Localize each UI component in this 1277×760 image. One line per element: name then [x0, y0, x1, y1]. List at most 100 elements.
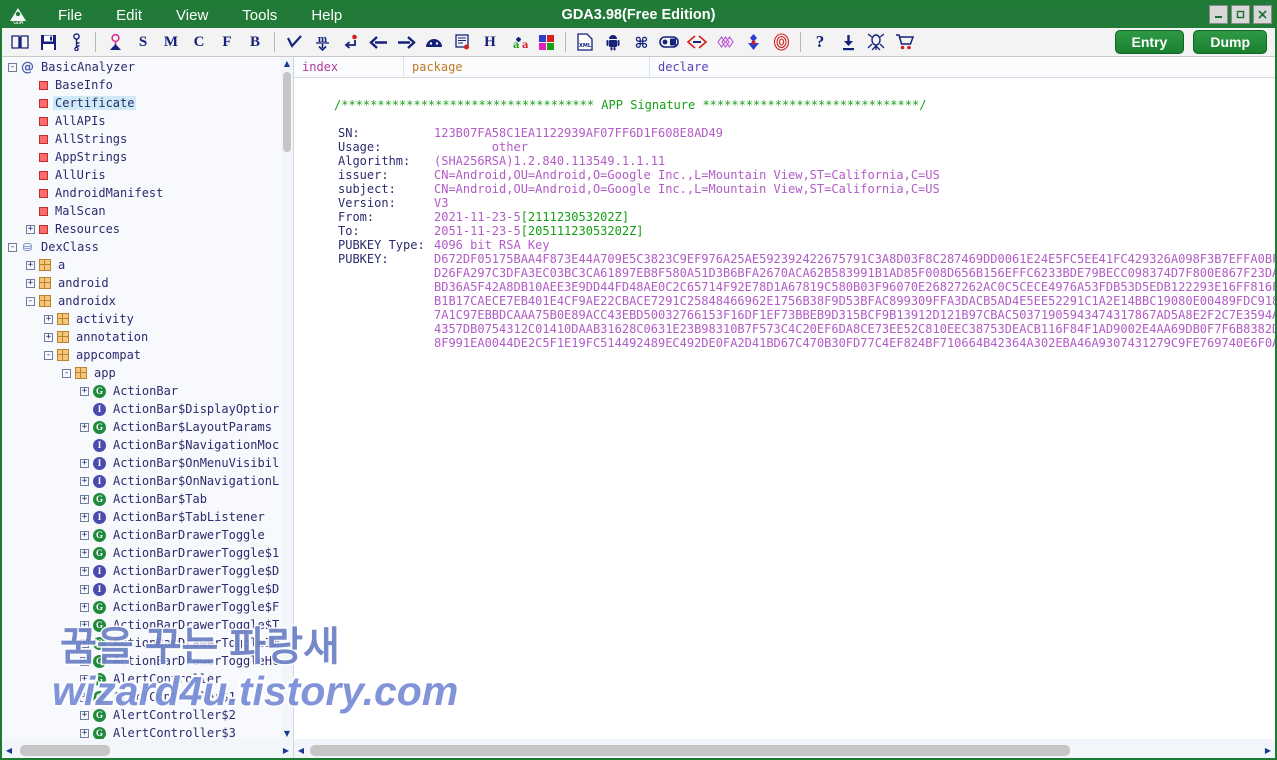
tree-item[interactable]: AndroidManifest	[2, 184, 281, 202]
tree-item[interactable]: + G AlertController$3	[2, 724, 281, 739]
tree-item[interactable]: + activity	[2, 310, 281, 328]
expand-toggle-icon[interactable]: +	[80, 710, 89, 720]
tree-vertical-scrollbar[interactable]: ▲ ▼	[281, 57, 293, 739]
method-down-icon[interactable]: m	[308, 29, 336, 55]
expand-toggle-icon[interactable]: +	[26, 260, 35, 270]
fields-icon[interactable]: F	[213, 29, 241, 55]
tree-item[interactable]: + G ActionBarDrawerToggle$1	[2, 544, 281, 562]
fingerprint-icon[interactable]	[767, 29, 795, 55]
expand-toggle-icon[interactable]: +	[80, 584, 89, 594]
tree-item[interactable]: + G ActionBarDrawerToggle$T	[2, 616, 281, 634]
tree-item[interactable]: + android	[2, 274, 281, 292]
tree-item[interactable]: AllUris	[2, 166, 281, 184]
expand-toggle-icon[interactable]: +	[80, 512, 89, 522]
tree-item[interactable]: + annotation	[2, 328, 281, 346]
collapse-toggle-icon[interactable]: -	[8, 242, 17, 252]
menu-help[interactable]: Help	[294, 5, 359, 26]
content-horizontal-scrollbar[interactable]: ◀ ▶	[294, 739, 1275, 758]
key-icon[interactable]	[62, 29, 90, 55]
expand-toggle-icon[interactable]: +	[80, 692, 89, 702]
book-icon[interactable]	[6, 29, 34, 55]
tree-item[interactable]: - androidx	[2, 292, 281, 310]
tree-item[interactable]: + a	[2, 256, 281, 274]
tree-item[interactable]: BaseInfo	[2, 76, 281, 94]
tree-item[interactable]: + I ActionBar$OnMenuVisibil	[2, 454, 281, 472]
tree-item[interactable]: + G AlertController$1	[2, 688, 281, 706]
expand-toggle-icon[interactable]: +	[80, 494, 89, 504]
android-robot-icon[interactable]	[599, 29, 627, 55]
palette-icon[interactable]	[532, 29, 560, 55]
content-scroll-right-arrow[interactable]: ▶	[1261, 746, 1275, 755]
tree-item[interactable]: I ActionBar$NavigationMoc	[2, 436, 281, 454]
tree-item[interactable]: + G ActionBarDrawerToggle$F	[2, 598, 281, 616]
cart-icon[interactable]	[890, 29, 918, 55]
command-icon[interactable]: ⌘	[627, 29, 655, 55]
methods-icon[interactable]: M	[157, 29, 185, 55]
bug-icon[interactable]	[862, 29, 890, 55]
xml-icon[interactable]: XML	[571, 29, 599, 55]
download-icon[interactable]	[834, 29, 862, 55]
content-scroll-left-arrow[interactable]: ◀	[294, 746, 308, 755]
tree-item[interactable]: + G ActionBar$Tab	[2, 490, 281, 508]
expand-toggle-icon[interactable]: +	[80, 656, 89, 666]
expand-toggle-icon[interactable]: +	[80, 728, 89, 738]
dump-button[interactable]: Dump	[1193, 30, 1267, 54]
content-hscroll-thumb[interactable]	[310, 744, 1070, 756]
tree-scroll-up-arrow[interactable]: ▲	[281, 57, 293, 69]
expand-toggle-icon[interactable]: +	[26, 278, 35, 288]
tree-item[interactable]: - appcompat	[2, 346, 281, 364]
maximize-button[interactable]	[1231, 5, 1250, 24]
expand-toggle-icon[interactable]: +	[80, 548, 89, 558]
expand-toggle-icon[interactable]: +	[80, 638, 89, 648]
expand-toggle-icon[interactable]: +	[80, 476, 89, 486]
tree-item[interactable]: + I ActionBar$OnNavigationL	[2, 472, 281, 490]
enter-icon[interactable]	[336, 29, 364, 55]
arrows-icon[interactable]	[683, 29, 711, 55]
menu-edit[interactable]: Edit	[99, 5, 159, 26]
expand-toggle-icon[interactable]: +	[80, 674, 89, 684]
collapse-toggle-icon[interactable]: -	[62, 368, 71, 378]
classes-icon[interactable]: C	[185, 29, 213, 55]
toggle-icon[interactable]	[655, 29, 683, 55]
tree-item[interactable]: + I ActionBar$TabListener	[2, 508, 281, 526]
menu-file[interactable]: File	[41, 5, 99, 26]
project-tree[interactable]: - @ BasicAnalyzer BaseInfo Certificate AllAPI…	[2, 57, 281, 739]
tree-item[interactable]: + I ActionBarDrawerToggle$D	[2, 580, 281, 598]
tree-item[interactable]: + Resources	[2, 220, 281, 238]
tree-horizontal-scrollbar[interactable]: ◀ ▶	[2, 739, 293, 758]
tree-scroll-right-arrow[interactable]: ▶	[279, 746, 293, 755]
tree-item[interactable]: - @ BasicAnalyzer	[2, 58, 281, 76]
diamond-chain-icon[interactable]	[711, 29, 739, 55]
forward-arrow-icon[interactable]	[392, 29, 420, 55]
menu-view[interactable]: View	[159, 5, 225, 26]
tree-item[interactable]: AppStrings	[2, 148, 281, 166]
close-button[interactable]	[1253, 5, 1272, 24]
tree-hscroll-track[interactable]	[16, 744, 279, 756]
expand-toggle-icon[interactable]: +	[44, 332, 53, 342]
drop-icon[interactable]	[739, 29, 767, 55]
tree-item[interactable]: - app	[2, 364, 281, 382]
tree-item[interactable]: MalScan	[2, 202, 281, 220]
tree-item[interactable]: + G ActionBarDrawerToggle	[2, 526, 281, 544]
strings-icon[interactable]: S	[129, 29, 157, 55]
tree-item[interactable]: + G ActionBar$LayoutParams	[2, 418, 281, 436]
search-icon[interactable]	[101, 29, 129, 55]
note-icon[interactable]	[448, 29, 476, 55]
expand-toggle-icon[interactable]: +	[26, 224, 35, 234]
android-icon[interactable]	[420, 29, 448, 55]
tree-item[interactable]: AllAPIs	[2, 112, 281, 130]
save-icon[interactable]	[34, 29, 62, 55]
collapse-toggle-icon[interactable]: -	[26, 296, 35, 306]
tab-package[interactable]: package	[404, 57, 650, 77]
help-icon[interactable]: ?	[806, 29, 834, 55]
expand-toggle-icon[interactable]: +	[80, 602, 89, 612]
tree-item[interactable]: + G AlertController$2	[2, 706, 281, 724]
expand-toggle-icon[interactable]: +	[80, 566, 89, 576]
translate-icon[interactable]: aa	[504, 29, 532, 55]
expand-toggle-icon[interactable]: +	[80, 458, 89, 468]
collapse-toggle-icon[interactable]: -	[44, 350, 53, 360]
certificate-output[interactable]: /*********************************** APP…	[294, 78, 1275, 739]
hex-icon[interactable]: H	[476, 29, 504, 55]
tree-vscroll-thumb[interactable]	[283, 72, 291, 152]
tree-item[interactable]: I ActionBar$DisplayOptior	[2, 400, 281, 418]
